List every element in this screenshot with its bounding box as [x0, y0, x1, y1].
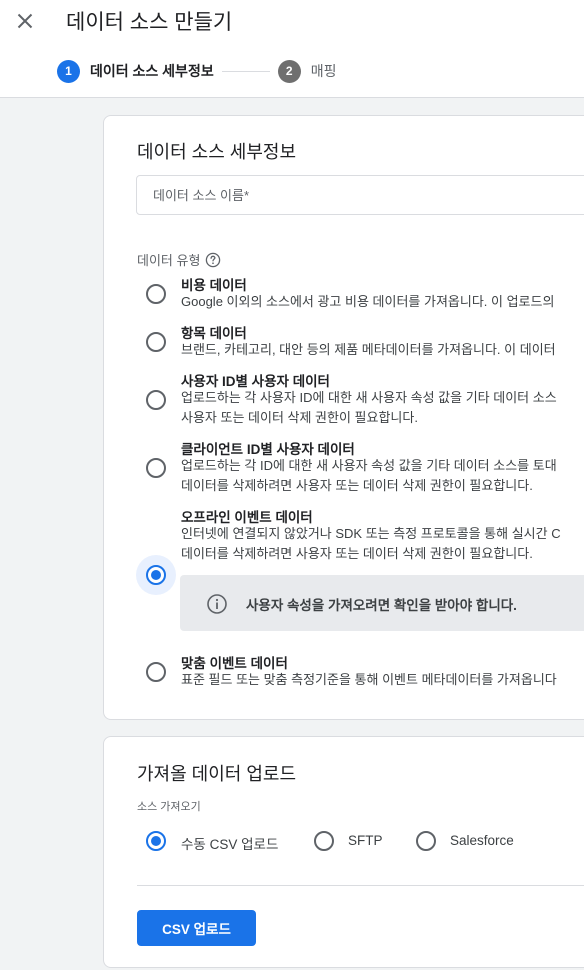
radio-sftp[interactable]: [314, 831, 334, 851]
radio-salesforce[interactable]: [416, 831, 436, 851]
option-cost-data-title: 비용 데이터: [181, 278, 247, 293]
option-client-id-data-desc-2: 데이터를 삭제하려면 사용자 또는 데이터 삭제 권한이 필요합니다.: [181, 478, 533, 493]
info-banner: 사용자 속성을 가져오려면 확인을 받아야 합니다.: [180, 575, 584, 631]
option-user-id-data-desc-1: 업로드하는 각 사용자 ID에 대한 새 사용자 속성 값을 기타 데이터 소스: [181, 390, 557, 405]
help-circle-icon[interactable]: [205, 252, 221, 268]
info-text: 사용자 속성을 가져오려면 확인을 받아야 합니다.: [246, 598, 517, 613]
option-offline-event-data-desc-2: 데이터를 삭제하려면 사용자 또는 데이터 삭제 권한이 필요합니다.: [181, 546, 533, 561]
option-client-id-data-title: 클라이언트 ID별 사용자 데이터: [181, 442, 355, 457]
option-cost-data-desc: Google 이외의 소스에서 광고 비용 데이터를 가져옵니다. 이 업로드의: [181, 294, 555, 309]
step-1-label: 데이터 소스 세부정보: [90, 63, 214, 79]
step-2-number: 2: [277, 59, 301, 83]
radio-user-id-data[interactable]: [146, 390, 166, 410]
csv-upload-button[interactable]: CSV 업로드: [137, 910, 256, 946]
radio-offline-event-data[interactable]: [146, 565, 166, 585]
data-source-name-input[interactable]: [137, 176, 584, 214]
option-offline-event-data-desc-1: 인터넷에 연결되지 않았거나 SDK 또는 측정 프로토콜을 통해 실시간 C: [181, 526, 561, 541]
data-source-details-card: 데이터 소스 세부정보 데이터 유형 비용 데이터 Google 이외의 소스에…: [103, 115, 584, 720]
stepper: 1 데이터 소스 세부정보 2 매핑: [57, 59, 336, 83]
option-custom-event-data-title: 맞춤 이벤트 데이터: [181, 656, 288, 671]
upload-title: 가져올 데이터 업로드: [137, 764, 297, 784]
close-button[interactable]: [12, 8, 38, 34]
option-custom-event-data-desc: 표준 필드 또는 맞춤 측정기준을 통해 이벤트 메타데이터를 가져옵니다: [181, 672, 557, 687]
option-user-id-data-desc-2: 사용자 또는 데이터 삭제 권한이 필요합니다.: [181, 410, 418, 425]
radio-custom-event-data[interactable]: [146, 662, 166, 682]
upload-data-card: 가져올 데이터 업로드 소스 가져오기 수동 CSV 업로드 SFTP Sale…: [103, 736, 584, 968]
radio-cost-data[interactable]: [146, 284, 166, 304]
option-offline-event-data-title: 오프라인 이벤트 데이터: [181, 510, 313, 525]
data-type-label-row: 데이터 유형: [137, 250, 221, 269]
source-salesforce-label[interactable]: Salesforce: [450, 833, 514, 848]
radio-manual-csv[interactable]: [146, 831, 166, 851]
stepper-connector: [221, 70, 270, 72]
source-manual-csv-label[interactable]: 수동 CSV 업로드: [181, 833, 278, 853]
page-header: 데이터 소스 만들기 1 데이터 소스 세부정보 2 매핑: [0, 0, 584, 98]
data-source-name-field[interactable]: [136, 175, 584, 215]
radio-item-data[interactable]: [146, 332, 166, 352]
option-item-data-title: 항목 데이터: [181, 326, 247, 341]
step-2-label: 매핑: [310, 63, 337, 79]
divider: [137, 885, 584, 886]
option-item-data-desc: 브랜드, 카테고리, 대안 등의 제품 메타데이터를 가져옵니다. 이 데이터: [181, 342, 556, 357]
details-title: 데이터 소스 세부정보: [137, 142, 297, 162]
data-type-label: 데이터 유형: [137, 253, 201, 268]
close-icon: [17, 13, 33, 29]
source-import-label: 소스 가져오기: [137, 801, 201, 813]
radio-client-id-data[interactable]: [146, 458, 166, 478]
option-user-id-data-title: 사용자 ID별 사용자 데이터: [181, 374, 330, 389]
step-1-number: 1: [57, 59, 80, 83]
page-title: 데이터 소스 만들기: [66, 11, 233, 34]
info-icon: [207, 594, 227, 614]
option-client-id-data-desc-1: 업로드하는 각 ID에 대한 새 사용자 속성 값을 기타 데이터 소스를 토대: [181, 458, 557, 473]
source-sftp-label[interactable]: SFTP: [348, 833, 383, 848]
